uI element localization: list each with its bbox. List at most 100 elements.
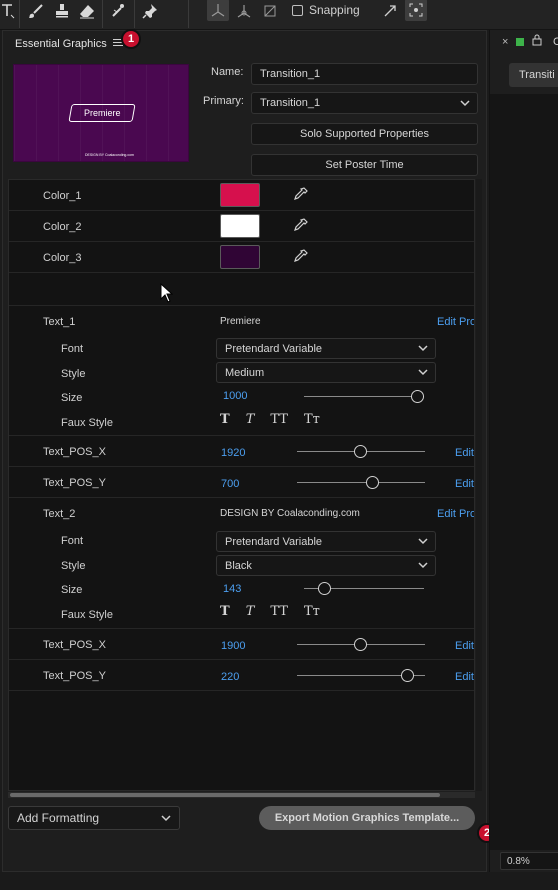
text-1-font-select[interactable]: Pretendard Variable: [216, 338, 436, 359]
type-tool-icon[interactable]: [0, 0, 16, 22]
slider-knob[interactable]: [411, 390, 424, 403]
solo-supported-properties-button[interactable]: Solo Supported Properties: [251, 123, 478, 145]
annotation-badge-1: 1: [121, 29, 141, 49]
transform-icon[interactable]: [260, 0, 280, 22]
text-1-font-value: Pretendard Variable: [225, 342, 323, 355]
small-caps-button[interactable]: Tт: [304, 604, 320, 619]
text-1-faux-style-label: Faux Style: [61, 417, 113, 429]
eyedropper-icon[interactable]: [292, 187, 308, 203]
text-1-size-slider[interactable]: [304, 390, 424, 404]
text-1-size-label: Size: [61, 392, 83, 404]
snapping-toggle[interactable]: Snapping: [292, 0, 360, 20]
snap-feather-icon[interactable]: [380, 0, 400, 22]
chevron-down-icon: [418, 562, 428, 569]
color-3-label: Color_3: [43, 252, 82, 264]
text-1-value[interactable]: Premiere: [220, 316, 261, 327]
lock-icon[interactable]: [531, 34, 543, 46]
property-group-text-1: Text_1 Premiere Edit Prop Font Pretendar…: [9, 306, 474, 436]
text-2-size-slider[interactable]: [304, 582, 424, 596]
slider-track: [297, 482, 425, 483]
pin-icon[interactable]: [140, 0, 160, 22]
close-panel-icon[interactable]: ×: [502, 36, 508, 48]
faux-italic-button[interactable]: T: [246, 604, 255, 619]
slider-knob[interactable]: [354, 445, 367, 458]
snapping-label: Snapping: [309, 3, 360, 17]
add-formatting-label: Add Formatting: [17, 811, 100, 825]
text-2-edit-link[interactable]: Edit Prop: [437, 508, 474, 520]
text-2-pos-x-edit-link[interactable]: Edit: [455, 640, 474, 652]
property-row-color-1: Color_1: [9, 180, 474, 211]
puppet-pin-icon[interactable]: [108, 0, 130, 22]
color-2-swatch[interactable]: [220, 214, 260, 238]
set-poster-time-button[interactable]: Set Poster Time: [251, 154, 478, 176]
axis-tool-icon[interactable]: [207, 0, 229, 21]
vertical-scrollbar[interactable]: [476, 179, 482, 791]
faux-bold-button[interactable]: T: [220, 412, 230, 427]
faux-bold-button[interactable]: T: [220, 604, 230, 619]
slider-knob[interactable]: [401, 669, 414, 682]
eyedropper-icon[interactable]: [292, 249, 308, 265]
all-caps-button[interactable]: TT: [270, 604, 288, 619]
slider-knob[interactable]: [318, 582, 331, 595]
text-1-pos-y-edit-link[interactable]: Edit: [455, 478, 474, 490]
property-group-text-2: Text_2 DESIGN BY Coalaconding.com Edit P…: [9, 498, 474, 629]
text-1-pos-y-value[interactable]: 700: [221, 478, 239, 490]
slider-track: [304, 396, 424, 397]
primary-label: Primary:: [203, 95, 244, 107]
text-2-pos-x-slider[interactable]: [297, 638, 425, 652]
text-1-pos-x-slider[interactable]: [297, 445, 425, 459]
all-caps-button[interactable]: TT: [270, 412, 288, 427]
faux-italic-button[interactable]: T: [246, 412, 255, 427]
text-2-style-select[interactable]: Black: [216, 555, 436, 576]
export-motion-graphics-template-button[interactable]: Export Motion Graphics Template...: [259, 806, 475, 830]
color-3-swatch[interactable]: [220, 245, 260, 269]
text-2-pos-y-value[interactable]: 220: [221, 671, 239, 683]
text-2-pos-x-value[interactable]: 1900: [221, 640, 245, 652]
eraser-icon[interactable]: [77, 0, 97, 22]
text-2-value[interactable]: DESIGN BY Coalaconding.com: [220, 508, 360, 519]
toolbar-divider: [102, 0, 103, 28]
slider-knob[interactable]: [354, 638, 367, 651]
chevron-down-icon: [418, 538, 428, 545]
color-1-swatch[interactable]: [220, 183, 260, 207]
slider-knob[interactable]: [366, 476, 379, 489]
thumbnail-title-text: Premiere: [83, 108, 121, 118]
text-2-pos-y-slider[interactable]: [297, 669, 425, 683]
text-1-edit-link[interactable]: Edit Prop: [437, 316, 474, 328]
add-formatting-select[interactable]: Add Formatting: [8, 806, 180, 830]
text-1-pos-x-value[interactable]: 1920: [221, 447, 245, 459]
text-1-size-value[interactable]: 1000: [223, 390, 247, 402]
text-2-pos-y-edit-link[interactable]: Edit: [455, 671, 474, 683]
sequence-tab[interactable]: Transiti: [509, 63, 558, 87]
chevron-down-icon: [161, 815, 171, 822]
snapping-checkbox[interactable]: [292, 4, 303, 16]
toolbar-divider: [19, 0, 20, 28]
color-2-label: Color_2: [43, 221, 82, 233]
snap-target-icon[interactable]: [405, 0, 427, 21]
text-1-label: Text_1: [43, 316, 76, 328]
small-caps-button[interactable]: Tт: [304, 412, 320, 427]
text-1-pos-x-edit-link[interactable]: Edit: [455, 447, 474, 459]
monitor-viewer[interactable]: [490, 94, 558, 850]
panel-title: Essential Graphics: [15, 38, 107, 50]
text-2-style-value: Black: [225, 559, 252, 572]
text-1-style-select[interactable]: Medium: [216, 362, 436, 383]
thumbnail-small-text: DESIGN BY Coalaconding.com: [85, 153, 134, 157]
text-2-font-select[interactable]: Pretendard Variable: [216, 531, 436, 552]
text-1-pos-y-slider[interactable]: [297, 476, 425, 490]
stamp-icon[interactable]: [52, 0, 72, 22]
property-row-text-2-pos-y: Text_POS_Y 220 Edit: [9, 660, 474, 691]
property-row-text-1-pos-x: Text_POS_X 1920 Edit: [9, 436, 474, 467]
primary-select[interactable]: Transition_1: [251, 92, 478, 114]
brush-icon[interactable]: [26, 0, 46, 22]
text-1-faux-style-buttons: T T TT Tт: [220, 412, 320, 427]
horizontal-scrollbar-thumb[interactable]: [10, 793, 440, 797]
axis-move-icon[interactable]: [234, 0, 254, 22]
text-2-size-value[interactable]: 143: [223, 583, 241, 595]
eyedropper-icon[interactable]: [292, 218, 308, 234]
toolbar-divider: [134, 0, 135, 28]
name-input[interactable]: Transition_1: [251, 63, 478, 85]
horizontal-scrollbar[interactable]: [8, 792, 475, 798]
zoom-level-field[interactable]: 0.8%: [500, 852, 558, 870]
text-2-faux-style-buttons: T T TT Tт: [220, 604, 320, 619]
